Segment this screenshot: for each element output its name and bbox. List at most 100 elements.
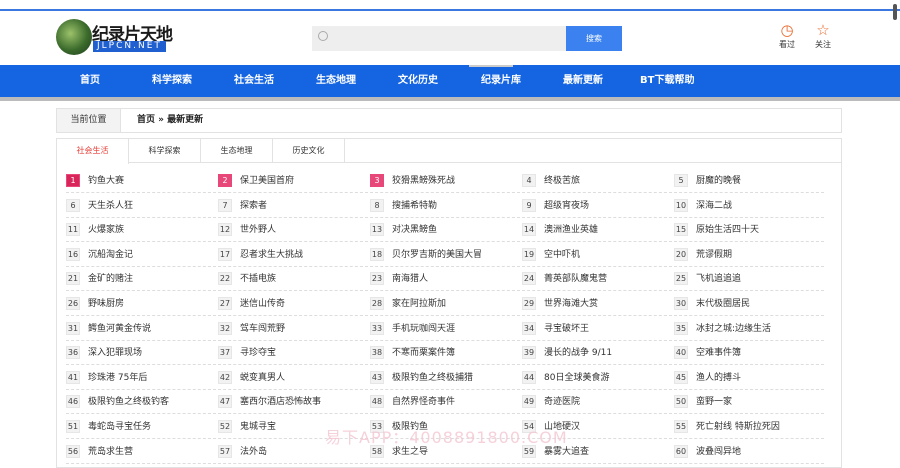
item-title[interactable]: 末代极圈居民 xyxy=(696,292,750,316)
site-logo[interactable]: 纪录片天地 JLPCN.NET xyxy=(56,19,186,55)
item-title[interactable]: 野味厨房 xyxy=(88,292,124,316)
item-title[interactable]: 不插电族 xyxy=(240,267,276,291)
list-item[interactable]: 51 毒蛇岛寻宝任务 xyxy=(66,415,216,439)
list-item[interactable]: 18 贝尔罗吉斯的美国大冒 xyxy=(370,243,520,267)
item-title[interactable]: 极限钓鱼之终极钓客 xyxy=(88,390,169,414)
item-title[interactable]: 漫长的战争 9/11 xyxy=(544,341,612,365)
item-title[interactable]: 搜捕希特勒 xyxy=(392,194,437,218)
list-item[interactable]: 16 沉船淘金记 xyxy=(66,243,216,267)
nav-culture[interactable]: 文化历史 xyxy=(398,65,438,97)
item-title[interactable]: 蜕变真男人 xyxy=(240,366,285,390)
item-title[interactable]: 寻珍夺宝 xyxy=(240,341,276,365)
item-title[interactable]: 厨魔的晚餐 xyxy=(696,169,741,193)
item-title[interactable]: 荒谬假期 xyxy=(696,243,732,267)
nav-library[interactable]: 纪录片库 xyxy=(481,65,521,97)
tab-ecology[interactable]: 生态地理 xyxy=(201,139,273,163)
item-title[interactable]: 原始生活四十天 xyxy=(696,218,759,242)
item-title[interactable]: 不寒而栗案件簿 xyxy=(392,341,455,365)
item-title[interactable]: 探索者 xyxy=(240,194,267,218)
item-title[interactable]: 超级宵夜场 xyxy=(544,194,589,218)
list-item[interactable]: 31 鳄鱼河黄金传说 xyxy=(66,317,216,341)
item-title[interactable]: 空难事件簿 xyxy=(696,341,741,365)
item-title[interactable]: 深入犯罪现场 xyxy=(88,341,142,365)
list-item[interactable]: 33 手机玩咖闯天涯 xyxy=(370,317,520,341)
item-title[interactable]: 终极苦旅 xyxy=(544,169,580,193)
list-item[interactable]: 27 迷信山传奇 xyxy=(218,292,368,316)
nav-ecology[interactable]: 生态地理 xyxy=(316,65,356,97)
item-title[interactable]: 对决黑鳑鱼 xyxy=(392,218,437,242)
item-title[interactable]: 珍珠港 75年后 xyxy=(88,366,147,390)
item-title[interactable]: 渔人的搏斗 xyxy=(696,366,741,390)
list-item[interactable]: 56 荒岛求生营 xyxy=(66,440,216,464)
list-item[interactable]: 47 塞西尔酒店恐怖故事 xyxy=(218,390,368,415)
list-item[interactable]: 40 空难事件簿 xyxy=(674,341,824,366)
tab-society[interactable]: 社会生活 xyxy=(57,139,129,164)
item-title[interactable]: 沉船淘金记 xyxy=(88,243,133,267)
list-item[interactable]: 39 漫长的战争 9/11 xyxy=(522,341,672,366)
list-item[interactable]: 49 奇迹医院 xyxy=(522,390,672,415)
list-item[interactable]: 55 死亡射线 特斯拉死因 xyxy=(674,415,824,439)
nav-science[interactable]: 科学探索 xyxy=(152,65,192,97)
list-item[interactable]: 6 天生杀人狂 xyxy=(66,194,216,218)
list-item[interactable]: 4 终极苦旅 xyxy=(522,169,672,193)
item-title[interactable]: 奇迹医院 xyxy=(544,390,580,414)
list-item[interactable]: 13 对决黑鳑鱼 xyxy=(370,218,520,243)
list-item[interactable]: 12 世外野人 xyxy=(218,218,368,243)
item-title[interactable]: 火爆家族 xyxy=(88,218,124,242)
item-title[interactable]: 忍者求生大挑战 xyxy=(240,243,303,267)
item-title[interactable]: 金矿的赌注 xyxy=(88,267,133,291)
item-title[interactable]: 荒岛求生营 xyxy=(88,440,133,464)
nav-home[interactable]: 首页 xyxy=(80,65,100,97)
list-item[interactable]: 20 荒谬假期 xyxy=(674,243,824,267)
list-item[interactable]: 43 极限钓鱼之终极捕猎 xyxy=(370,366,520,390)
item-title[interactable]: 自然界怪奇事件 xyxy=(392,390,455,414)
tab-science[interactable]: 科学探索 xyxy=(129,139,201,163)
search-input[interactable] xyxy=(312,26,566,51)
tab-history[interactable]: 历史文化 xyxy=(273,139,345,163)
item-title[interactable]: 鬼城寻宝 xyxy=(240,415,276,439)
item-title[interactable]: 死亡射线 特斯拉死因 xyxy=(696,415,780,439)
list-item[interactable]: 14 澳洲渔业英雄 xyxy=(522,218,672,243)
item-title[interactable]: 迷信山传奇 xyxy=(240,292,285,316)
list-item[interactable]: 8 搜捕希特勒 xyxy=(370,194,520,218)
history-button[interactable]: ◷ 看过 xyxy=(772,22,802,51)
item-title[interactable]: 南海猎人 xyxy=(392,267,428,291)
item-title[interactable]: 保卫美国首府 xyxy=(240,169,294,193)
item-title[interactable]: 空中吓机 xyxy=(544,243,580,267)
item-title[interactable]: 塞西尔酒店恐怖故事 xyxy=(240,390,321,414)
item-title[interactable]: 澳洲渔业英雄 xyxy=(544,218,598,242)
item-title[interactable]: 菁英部队魔鬼营 xyxy=(544,267,607,291)
nav-bt-help[interactable]: BT下载帮助 xyxy=(640,65,694,97)
list-item[interactable]: 32 驾车闯荒野 xyxy=(218,317,368,341)
follow-button[interactable]: ☆ 关注 xyxy=(808,22,838,51)
item-title[interactable]: 钓鱼大赛 xyxy=(88,169,124,193)
list-item[interactable]: 25 飞机追追追 xyxy=(674,267,824,292)
item-title[interactable]: 波叠闯异地 xyxy=(696,440,741,464)
item-title[interactable]: 狡猾黑鳑殊死战 xyxy=(392,169,455,193)
list-item[interactable]: 9 超级宵夜场 xyxy=(522,194,672,218)
list-item[interactable]: 46 极限钓鱼之终极钓客 xyxy=(66,390,216,415)
item-title[interactable]: 极限钓鱼之终极捕猎 xyxy=(392,366,473,390)
list-item[interactable]: 50 蛮野一家 xyxy=(674,390,824,415)
item-title[interactable]: 手机玩咖闯天涯 xyxy=(392,317,455,341)
item-title[interactable]: 世外野人 xyxy=(240,218,276,242)
list-item[interactable]: 37 寻珍夺宝 xyxy=(218,341,368,366)
item-title[interactable]: 贝尔罗吉斯的美国大冒 xyxy=(392,243,482,267)
list-item[interactable]: 23 南海猎人 xyxy=(370,267,520,292)
list-item[interactable]: 3 狡猾黑鳑殊死战 xyxy=(370,169,520,193)
list-item[interactable]: 1 钓鱼大赛 xyxy=(66,169,216,193)
list-item[interactable]: 48 自然界怪奇事件 xyxy=(370,390,520,415)
list-item[interactable]: 10 深海二战 xyxy=(674,194,824,218)
nav-society[interactable]: 社会生活 xyxy=(234,65,274,97)
list-item[interactable]: 28 家在阿拉斯加 xyxy=(370,292,520,316)
list-item[interactable]: 21 金矿的赌注 xyxy=(66,267,216,292)
nav-latest[interactable]: 最新更新 xyxy=(563,65,603,97)
list-item[interactable]: 30 末代极圈居民 xyxy=(674,292,824,316)
item-title[interactable]: 寻宝破坏王 xyxy=(544,317,589,341)
item-title[interactable]: 深海二战 xyxy=(696,194,732,218)
breadcrumb-path[interactable]: 首页 » 最新更新 xyxy=(137,109,203,132)
list-item[interactable]: 22 不插电族 xyxy=(218,267,368,292)
item-title[interactable]: 鳄鱼河黄金传说 xyxy=(88,317,151,341)
list-item[interactable]: 35 冰封之城:边缘生活 xyxy=(674,317,824,341)
item-title[interactable]: 80日全球美食游 xyxy=(544,366,609,390)
